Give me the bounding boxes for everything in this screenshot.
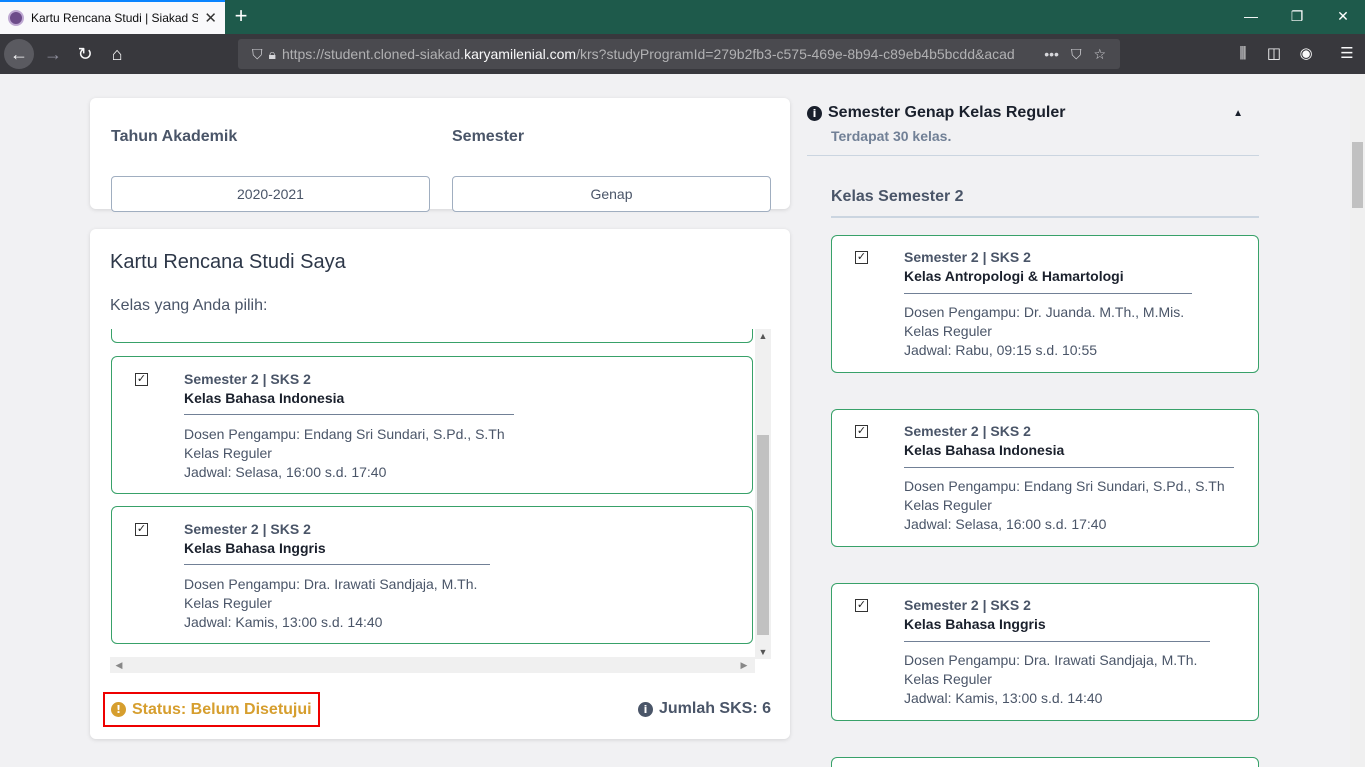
home-button[interactable]: ⌂ — [102, 39, 132, 69]
class-lecturer: Dosen Pengampu: Dra. Irawati Sandjaja, M… — [904, 652, 1198, 668]
class-name: Kelas Antropologi & Hamartologi — [904, 268, 1124, 284]
class-lecturer: Dosen Pengampu: Endang Sri Sundari, S.Pd… — [904, 478, 1225, 494]
class-schedule: Jadwal: Kamis, 13:00 s.d. 14:40 — [184, 614, 383, 630]
class-name: Kelas Bahasa Inggris — [184, 540, 326, 556]
semester-select[interactable]: Genap — [452, 176, 771, 212]
class-type: Kelas Reguler — [184, 595, 272, 611]
restore-icon[interactable]: ❐ — [1274, 0, 1320, 34]
class-name: Kelas Bahasa Indonesia — [904, 442, 1065, 458]
class-schedule: Jadwal: Kamis, 13:00 s.d. 14:40 — [904, 690, 1103, 706]
page-content: Tahun Akademik 2020-2021 Semester Genap … — [0, 74, 1365, 767]
class-schedule: Jadwal: Selasa, 16:00 s.d. 17:40 — [904, 516, 1107, 532]
shield-icon[interactable]: ⛉ — [252, 46, 263, 63]
scroll-down-arrow-icon[interactable]: ▼ — [755, 645, 771, 659]
page-scrollbar-thumb[interactable] — [1352, 142, 1363, 208]
class-schedule: Jadwal: Selasa, 16:00 s.d. 17:40 — [184, 464, 387, 480]
url-text[interactable]: https://student.cloned-siakad.karyamilen… — [282, 46, 1038, 62]
class-type: Kelas Reguler — [904, 323, 992, 339]
class-type: Kelas Reguler — [904, 671, 992, 687]
more-actions-icon[interactable]: ••• — [1044, 46, 1059, 62]
selected-class-card-partial — [111, 329, 753, 343]
browser-tab-bar: Kartu Rencana Studi | Siakad ST ✕ + — ❐ … — [0, 0, 1365, 34]
scroll-left-arrow-icon[interactable]: ◀ — [112, 657, 126, 673]
approval-status-text: Status: Belum Disetujui — [132, 700, 312, 718]
total-sks: i Jumlah SKS: 6 — [637, 700, 771, 718]
tab-title: Kartu Rencana Studi | Siakad ST — [31, 11, 199, 25]
semester-label: Semester — [452, 128, 525, 145]
semester-heading: Kelas Semester 2 — [831, 188, 1259, 218]
class-group-count: Terdapat 30 kelas. — [831, 128, 952, 144]
scroll-right-arrow-icon[interactable]: ▶ — [737, 657, 751, 673]
scroll-up-arrow-icon[interactable]: ▲ — [755, 329, 771, 343]
available-class-card-partial[interactable] — [831, 757, 1259, 767]
minimize-icon[interactable]: — — [1228, 0, 1274, 34]
class-type: Kelas Reguler — [184, 445, 272, 461]
selected-classes-list[interactable]: ✓ Semester 2 | SKS 2 Kelas Bahasa Indone… — [110, 329, 770, 673]
bookmark-star-icon[interactable]: ☆ — [1093, 46, 1106, 63]
class-divider — [184, 414, 514, 415]
collapse-caret-icon[interactable]: ▲ — [1233, 108, 1243, 119]
class-meta: Semester 2 | SKS 2 — [904, 597, 1031, 613]
scrollbar-thumb[interactable] — [757, 435, 769, 635]
academic-year-select[interactable]: 2020-2021 — [111, 176, 430, 212]
list-vertical-scrollbar[interactable]: ▲ ▼ — [755, 329, 771, 659]
class-meta: Semester 2 | SKS 2 — [184, 521, 311, 537]
filter-card: Tahun Akademik 2020-2021 Semester Genap — [90, 98, 790, 212]
class-divider — [904, 641, 1210, 642]
class-checkbox[interactable]: ✓ — [855, 251, 868, 264]
class-meta: Semester 2 | SKS 2 — [904, 423, 1031, 439]
class-name: Kelas Bahasa Indonesia — [184, 390, 345, 406]
menu-icon[interactable]: ☰ — [1332, 39, 1362, 69]
class-group-header[interactable]: i Semester Genap Kelas Reguler Terdapat … — [807, 102, 1259, 156]
back-button[interactable]: ← — [4, 39, 34, 69]
krs-subtitle: Kelas yang Anda pilih: — [110, 297, 268, 314]
browser-nav-bar: ← → ↻ ⌂ ⛉ 🔒︎ https://student.cloned-siak… — [0, 34, 1365, 74]
sidebar-icon[interactable]: ◫ — [1259, 39, 1289, 69]
available-class-card[interactable]: ✓ Semester 2 | SKS 2 Kelas Bahasa Indone… — [831, 409, 1259, 547]
class-checkbox[interactable]: ✓ — [855, 599, 868, 612]
selected-class-card[interactable]: ✓ Semester 2 | SKS 2 Kelas Bahasa Inggri… — [111, 506, 753, 644]
new-tab-button[interactable]: + — [230, 4, 252, 28]
class-group-title: i Semester Genap Kelas Reguler — [807, 104, 1065, 122]
browser-tab[interactable]: Kartu Rencana Studi | Siakad ST ✕ — [0, 0, 225, 34]
class-group-title-text: Semester Genap Kelas Reguler — [828, 104, 1066, 121]
forward-button[interactable]: → — [38, 39, 68, 69]
warning-icon: ! — [111, 702, 126, 717]
page-scrollbar[interactable] — [1350, 74, 1365, 767]
total-sks-text: Jumlah SKS: 6 — [658, 700, 771, 717]
class-checkbox[interactable]: ✓ — [135, 373, 148, 386]
reload-button[interactable]: ↻ — [70, 39, 100, 69]
class-meta: Semester 2 | SKS 2 — [904, 249, 1031, 265]
class-name: Kelas Bahasa Inggris — [904, 616, 1046, 632]
selected-class-card[interactable]: ✓ Semester 2 | SKS 2 Kelas Bahasa Indone… — [111, 356, 753, 494]
class-lecturer: Dosen Pengampu: Dra. Irawati Sandjaja, M… — [184, 576, 478, 592]
krs-card: Kartu Rencana Studi Saya Kelas yang Anda… — [90, 229, 790, 739]
class-meta: Semester 2 | SKS 2 — [184, 371, 311, 387]
class-lecturer: Dosen Pengampu: Dr. Juanda. M.Th., M.Mis… — [904, 304, 1185, 320]
class-type: Kelas Reguler — [904, 497, 992, 513]
url-bar[interactable]: ⛉ 🔒︎ https://student.cloned-siakad.karya… — [238, 39, 1120, 69]
krs-title: Kartu Rencana Studi Saya — [110, 251, 346, 273]
class-divider — [184, 564, 490, 565]
class-checkbox[interactable]: ✓ — [135, 523, 148, 536]
class-lecturer: Dosen Pengampu: Endang Sri Sundari, S.Pd… — [184, 426, 505, 442]
list-horizontal-scrollbar[interactable]: ◀ ▶ — [110, 657, 755, 673]
class-checkbox[interactable]: ✓ — [855, 425, 868, 438]
available-class-card[interactable]: ✓ Semester 2 | SKS 2 Kelas Bahasa Inggri… — [831, 583, 1259, 721]
close-window-icon[interactable]: ✕ — [1320, 0, 1365, 34]
info-icon: i — [637, 701, 653, 717]
pocket-icon[interactable]: ⛉ — [1071, 46, 1082, 63]
account-icon[interactable]: ◉ — [1291, 39, 1321, 69]
available-class-card[interactable]: ✓ Semester 2 | SKS 2 Kelas Antropologi &… — [831, 235, 1259, 373]
site-favicon-icon — [8, 10, 24, 26]
class-schedule: Jadwal: Rabu, 09:15 s.d. 10:55 — [904, 342, 1098, 358]
info-icon: i — [807, 105, 822, 121]
close-tab-icon[interactable]: ✕ — [204, 9, 217, 27]
library-icon[interactable]: ⫼ — [1228, 39, 1258, 69]
class-divider — [904, 293, 1192, 294]
lock-icon[interactable]: 🔒︎ — [269, 46, 276, 63]
class-divider — [904, 467, 1234, 468]
academic-year-label: Tahun Akademik — [111, 128, 238, 145]
approval-status: ! Status: Belum Disetujui — [103, 692, 320, 727]
